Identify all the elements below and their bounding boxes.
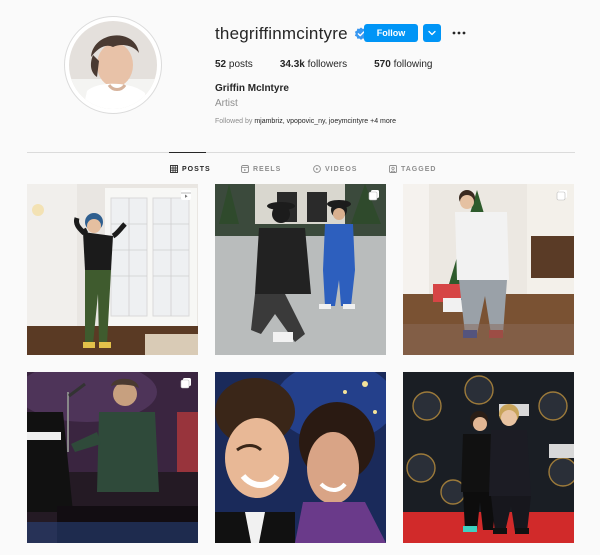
more-options-button[interactable] — [450, 24, 468, 42]
post-thumbnail[interactable] — [215, 184, 386, 355]
tab-reels[interactable]: REELS — [241, 163, 281, 175]
carousel-icon — [368, 190, 379, 201]
profile-stats: 52 posts 34.3k followers 570 following — [215, 59, 459, 70]
active-tab-indicator — [169, 152, 206, 153]
post-image — [27, 184, 198, 355]
reels-icon — [241, 165, 249, 173]
tab-posts-label: POSTS — [182, 165, 211, 173]
followers-count: 34.3k — [279, 59, 305, 70]
tabs-divider — [27, 152, 575, 153]
followers-label: followers — [307, 59, 348, 70]
following-label: following — [393, 59, 433, 70]
tab-videos[interactable]: VIDEOS — [313, 163, 357, 175]
post-thumbnail[interactable] — [403, 184, 574, 355]
followed-by-more[interactable]: +4 more — [370, 118, 396, 125]
follow-button[interactable]: Follow — [364, 24, 418, 42]
tab-reels-label: REELS — [253, 165, 282, 173]
posts-label: posts — [228, 59, 253, 70]
post-image — [403, 184, 574, 355]
profile-username: thegriffinmcintyre — [215, 24, 348, 43]
username-row: thegriffinmcintyre — [215, 22, 368, 46]
post-thumbnail[interactable] — [403, 372, 574, 543]
following-stat[interactable]: 570 following — [374, 59, 432, 70]
more-options-icon — [452, 31, 466, 35]
profile-full-name: Griffin McIntyre — [215, 83, 289, 94]
chevron-down-icon — [428, 30, 436, 36]
reel-icon — [181, 190, 191, 200]
post-thumbnail[interactable] — [215, 372, 386, 543]
avatar — [69, 21, 157, 109]
post-image — [215, 184, 386, 355]
profile-avatar[interactable] — [64, 16, 162, 114]
post-thumbnail[interactable] — [27, 372, 198, 543]
carousel-icon — [556, 190, 567, 201]
post-thumbnail[interactable] — [27, 184, 198, 355]
followed-by-users[interactable]: mjambriz, vpopovic_ny, joeymcintyre — [254, 118, 368, 125]
followers-stat[interactable]: 34.3k followers — [280, 59, 347, 70]
posts-stat: 52 posts — [215, 59, 253, 70]
followed-by[interactable]: Followed by mjambriz, vpopovic_ny, joeym… — [215, 118, 396, 125]
posts-count: 52 — [215, 59, 227, 70]
profile-category: Artist — [215, 98, 238, 109]
tab-posts[interactable]: POSTS — [170, 163, 211, 175]
post-image — [403, 372, 574, 543]
following-count: 570 — [374, 59, 391, 70]
post-image — [215, 372, 386, 543]
tab-tagged[interactable]: TAGGED — [389, 163, 436, 175]
tagged-icon — [389, 165, 397, 173]
followed-by-prefix: Followed by — [215, 118, 253, 125]
tab-tagged-label: TAGGED — [401, 165, 437, 173]
tab-videos-label: VIDEOS — [325, 165, 358, 173]
grid-icon — [170, 165, 178, 173]
post-image — [27, 372, 198, 543]
suggested-accounts-button[interactable] — [423, 24, 441, 42]
igtv-icon — [313, 165, 321, 173]
carousel-icon — [180, 378, 191, 389]
